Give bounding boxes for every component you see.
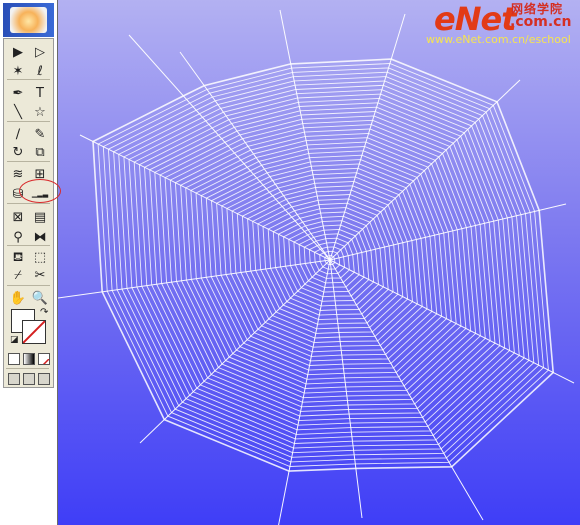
spiderweb-artwork <box>58 9 575 525</box>
color-mode-button[interactable] <box>8 353 20 365</box>
lasso-tool[interactable]: ℓ <box>30 61 50 81</box>
web-ring <box>123 84 525 444</box>
tools-panel: ▶ ▷ ✶ ℓ ✒ T ╲ ☆ ∕ ✎ ↻ ⧉ ≋ ⊞ ⛁ ▁▂▃ ⊠ ▤ ⚲ ⧓ ⛾ ⬚ ⌿ ✂ ✋ 🔍 ↷ ◪ <box>0 0 61 525</box>
blend-tool[interactable]: ⧓ <box>30 227 50 247</box>
pencil-tool[interactable]: ✎ <box>30 124 50 144</box>
app-logo-icon[interactable] <box>10 7 47 33</box>
standard-screen-mode-button[interactable] <box>8 373 20 385</box>
live-paint-bucket-icon: ⛾ <box>12 249 24 265</box>
brand-domain-text: .com.cn <box>510 14 572 30</box>
tool-separator <box>7 203 50 204</box>
hand-tool[interactable]: ✋ <box>8 288 28 308</box>
toolbox-header[interactable] <box>3 3 54 37</box>
slice-icon: ⌿ <box>14 267 22 283</box>
web-thread <box>179 51 331 261</box>
enet-watermark: eNet 网络学院 .com.cn www.eNet.com.cn/eschoo… <box>426 0 580 50</box>
web-ring <box>180 132 472 394</box>
web-thread <box>329 259 363 519</box>
brand-url-text: www.eNet.com.cn/eschool <box>426 33 571 46</box>
default-colors-icon[interactable]: ◪ <box>10 335 19 345</box>
web-thread <box>58 259 331 299</box>
paintbrush-icon: ∕ <box>15 126 21 142</box>
star-tool[interactable]: ☆ <box>30 102 50 122</box>
tool-separator <box>7 79 50 80</box>
type-tool[interactable]: T <box>30 83 50 103</box>
tool-separator <box>7 121 50 122</box>
pen-tool[interactable]: ✒ <box>8 83 28 103</box>
rotate-tool[interactable]: ↻ <box>8 142 28 162</box>
eyedropper-icon: ⚲ <box>13 229 23 245</box>
line-tool[interactable]: ╲ <box>8 102 28 122</box>
direct-selection-icon: ▷ <box>35 44 45 60</box>
rotate-icon: ↻ <box>12 144 24 160</box>
scissors-tool[interactable]: ✂ <box>30 265 50 285</box>
slice-tool[interactable]: ⌿ <box>8 265 28 285</box>
tool-separator <box>7 245 50 246</box>
zoom-tool[interactable]: 🔍 <box>30 288 50 308</box>
swap-fill-stroke-icon[interactable]: ↷ <box>40 307 48 318</box>
blend-tool-highlight-circle <box>19 179 61 203</box>
web-ring <box>113 76 535 454</box>
scale-icon: ⧉ <box>35 144 45 160</box>
hand-icon: ✋ <box>9 290 27 306</box>
mesh-icon: ⊠ <box>12 209 24 225</box>
gradient-tool[interactable]: ▤ <box>30 207 50 227</box>
live-paint-bucket-tool[interactable]: ⛾ <box>8 247 28 267</box>
direct-selection-tool[interactable]: ▷ <box>30 42 50 62</box>
web-thread <box>279 9 331 261</box>
live-paint-selection-tool[interactable]: ⬚ <box>30 247 50 267</box>
magic-wand-icon: ✶ <box>12 63 24 79</box>
web-thread <box>329 13 406 261</box>
warp-tool[interactable]: ≋ <box>8 164 28 184</box>
stroke-swatch[interactable] <box>22 320 46 344</box>
artboard-canvas[interactable] <box>58 0 580 525</box>
pen-icon: ✒ <box>12 85 24 101</box>
full-screen-mode-button[interactable] <box>38 373 50 385</box>
selection-tool[interactable]: ▶ <box>8 42 28 62</box>
scale-tool[interactable]: ⧉ <box>30 142 50 162</box>
type-icon: T <box>36 85 44 101</box>
gradient-icon: ▤ <box>33 209 47 225</box>
none-mode-button[interactable] <box>38 353 50 365</box>
full-screen-menu-mode-button[interactable] <box>23 373 35 385</box>
lasso-icon: ℓ <box>37 63 43 79</box>
selection-icon: ▶ <box>13 44 23 60</box>
line-icon: ╲ <box>14 104 22 120</box>
mesh-tool[interactable]: ⊠ <box>8 207 28 227</box>
blend-icon: ⧓ <box>33 229 47 245</box>
web-thread <box>128 34 331 261</box>
magic-wand-tool[interactable]: ✶ <box>8 61 28 81</box>
tool-separator <box>7 285 50 286</box>
live-paint-selection-icon: ⬚ <box>33 249 47 265</box>
eyedropper-tool[interactable]: ⚲ <box>8 227 28 247</box>
scissors-icon: ✂ <box>34 267 46 283</box>
warp-icon: ≋ <box>12 166 24 182</box>
star-icon: ☆ <box>34 104 46 120</box>
tool-separator <box>7 161 50 162</box>
no-stroke-icon <box>23 321 45 343</box>
paintbrush-tool[interactable]: ∕ <box>8 124 28 144</box>
zoom-icon: 🔍 <box>31 290 49 306</box>
gradient-mode-button[interactable] <box>23 353 35 365</box>
pencil-icon: ✎ <box>34 126 46 142</box>
